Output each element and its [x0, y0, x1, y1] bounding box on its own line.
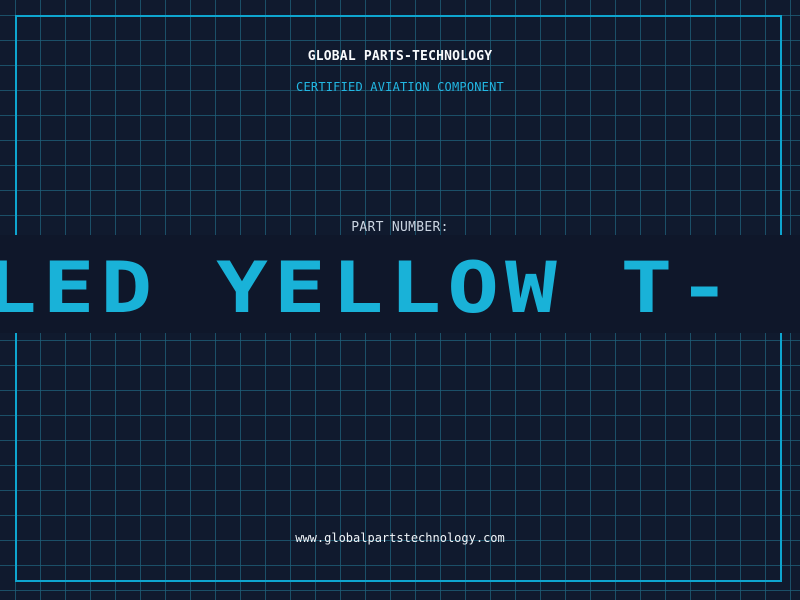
part-number-label: PART NUMBER: — [351, 220, 449, 235]
part-number-value: LED YELLOW T- (3MM — [0, 247, 800, 330]
part-card: GLOBAL PARTS-TECHNOLOGY CERTIFIED AVIATI… — [0, 0, 800, 600]
certification-text: CERTIFIED AVIATION COMPONENT — [296, 80, 504, 94]
company-name: GLOBAL PARTS-TECHNOLOGY — [307, 49, 493, 64]
website-url: www.globalpartstechnology.com — [295, 531, 505, 545]
part-number-band: LED YELLOW T- (3MM — [0, 235, 800, 333]
